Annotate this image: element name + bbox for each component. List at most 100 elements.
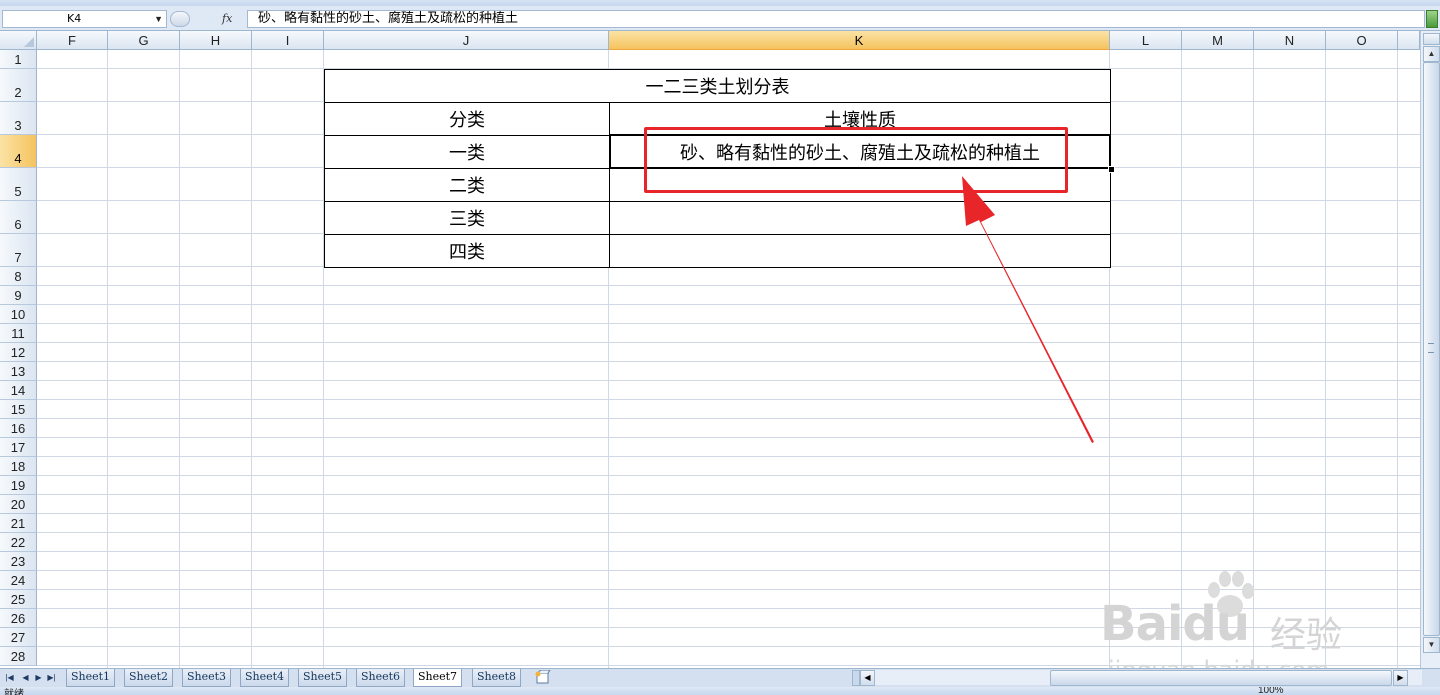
row-header-4[interactable]: 4 [0,135,37,168]
row-header-18[interactable]: 18 [0,457,37,476]
sheet-tab-sheet2[interactable]: Sheet2 [124,669,174,687]
gridline-vertical [179,50,180,668]
gridline-horizontal [37,418,1420,419]
sheet-tab-sheet7[interactable]: Sheet7 [413,669,463,687]
vertical-scrollbar[interactable]: ▲ ▼ [1420,31,1440,668]
expand-formula-bar-button[interactable] [1426,10,1438,28]
row-header-26[interactable]: 26 [0,609,37,628]
row-header-11[interactable]: 11 [0,324,37,343]
column-header-l[interactable]: L [1110,31,1182,50]
gridline-horizontal [37,380,1420,381]
gridline-vertical [107,50,108,668]
last-sheet-icon[interactable]: ▶| [46,671,57,685]
row-header-14[interactable]: 14 [0,381,37,400]
split-handle[interactable] [1423,33,1440,45]
vertical-scroll-thumb[interactable] [1423,62,1440,636]
name-box[interactable]: K4 ▼ [2,10,167,28]
sheet-tab-sheet1[interactable]: Sheet1 [66,669,116,687]
scroll-up-button[interactable]: ▲ [1423,46,1440,62]
gridline-horizontal [37,532,1420,533]
scroll-left-button[interactable]: ◀ [860,670,875,686]
row-header-21[interactable]: 21 [0,514,37,533]
table-cell-category[interactable]: 三类 [325,202,610,235]
row-header-5[interactable]: 5 [0,168,37,201]
watermark-brand: Baidu [1100,596,1250,652]
scroll-right-button[interactable]: ▶ [1393,670,1408,686]
sheet-tab-bar: |◀ ◀ ▶ ▶| Sheet1 Sheet2 Sheet3 Sheet4 Sheet5… [0,668,1440,687]
row-header-12[interactable]: 12 [0,343,37,362]
row-header-17[interactable]: 17 [0,438,37,457]
sheet-tab-sheet4[interactable]: Sheet4 [240,669,290,687]
status-bar: 就绪 100% [0,687,1440,695]
baidu-jingyan-watermark: Baidu 经验 jingyan.baidu.com [1100,566,1370,668]
sheet-tab-sheet8[interactable]: Sheet8 [472,669,522,687]
gridline-horizontal [37,551,1420,552]
row-header-27[interactable]: 27 [0,628,37,647]
row-header-8[interactable]: 8 [0,267,37,286]
insert-function-button[interactable]: fx [222,12,246,28]
tab-split-handle[interactable] [852,670,860,686]
watermark-url: jingyan.baidu.com [1108,656,1329,668]
column-header-h[interactable]: H [180,31,252,50]
sheet-tab-sheet5[interactable]: Sheet5 [298,669,348,687]
gridline-horizontal [37,513,1420,514]
row-header-7[interactable]: 7 [0,234,37,267]
formula-bar: K4 ▼ fx 砂、略有黏性的砂土、腐殖土及疏松的种植土 [0,6,1440,31]
horizontal-scroll-thumb[interactable] [1050,670,1392,686]
row-header-23[interactable]: 23 [0,552,37,571]
chevron-down-icon[interactable]: ▼ [154,11,163,27]
table-cell-category[interactable]: 二类 [325,169,610,202]
column-header-g[interactable]: G [108,31,180,50]
column-header-i[interactable]: I [252,31,324,50]
table-cell-category[interactable]: 四类 [325,235,610,268]
row-header-19[interactable]: 19 [0,476,37,495]
row-header-25[interactable]: 25 [0,590,37,609]
row-header-22[interactable]: 22 [0,533,37,552]
table-title[interactable]: 一二三类土划分表 [325,70,1111,103]
sheet-tab-sheet6[interactable]: Sheet6 [356,669,406,687]
row-header-9[interactable]: 9 [0,286,37,305]
row-header-28[interactable]: 28 [0,647,37,666]
formula-input[interactable]: 砂、略有黏性的砂土、腐殖土及疏松的种植土 [247,10,1425,28]
gridline-horizontal [37,475,1420,476]
sheet-tab-sheet3[interactable]: Sheet3 [182,669,232,687]
row-header-3[interactable]: 3 [0,102,37,135]
gridline-horizontal [37,399,1420,400]
row-header-2[interactable]: 2 [0,69,37,102]
row-header-1[interactable]: 1 [0,50,37,69]
row-header-6[interactable]: 6 [0,201,37,234]
table-cell-category[interactable]: 一类 [325,136,610,169]
row-header-15[interactable]: 15 [0,400,37,419]
gridline-horizontal [37,342,1420,343]
next-sheet-icon[interactable]: ▶ [33,671,44,685]
gridline-horizontal [37,323,1420,324]
row-header-13[interactable]: 13 [0,362,37,381]
column-header-o[interactable]: O [1326,31,1398,50]
gridline-vertical [1397,50,1398,668]
row-header-20[interactable]: 20 [0,495,37,514]
row-header-24[interactable]: 24 [0,571,37,590]
column-header-j[interactable]: J [324,31,609,50]
column-header-k[interactable]: K [609,31,1110,50]
gridline-horizontal [37,494,1420,495]
scroll-down-button[interactable]: ▼ [1423,637,1440,653]
insert-worksheet-icon[interactable] [532,670,554,685]
gridline-vertical [251,50,252,668]
table-header-category[interactable]: 分类 [325,103,610,136]
column-header-n[interactable]: N [1254,31,1326,50]
horizontal-scrollbar[interactable]: ◀ ▶ [852,670,1422,686]
first-sheet-icon[interactable]: |◀ [4,671,15,685]
zoom-level[interactable]: 100% [1258,687,1284,695]
gridline-horizontal [37,437,1420,438]
formula-bar-round-button[interactable] [170,11,190,27]
row-header-16[interactable]: 16 [0,419,37,438]
column-header-f[interactable]: F [37,31,108,50]
gridline-horizontal [37,285,1420,286]
select-all-button[interactable] [0,31,37,50]
column-header-m[interactable]: M [1182,31,1254,50]
prev-sheet-icon[interactable]: ◀ [20,671,31,685]
row-header-10[interactable]: 10 [0,305,37,324]
red-arrow-icon [962,176,1094,443]
column-header-partial[interactable] [1398,31,1420,50]
watermark-brand-cn: 经验 [1270,615,1343,656]
